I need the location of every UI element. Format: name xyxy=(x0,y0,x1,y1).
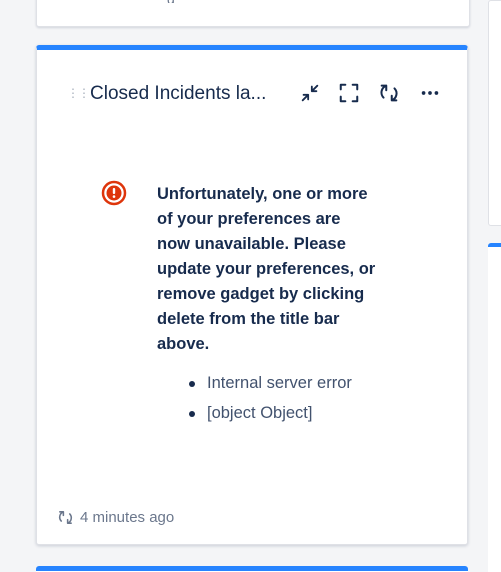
gadget-footer: 4 minutes ago xyxy=(57,509,174,526)
gadget-title: Closed Incidents la... xyxy=(90,83,267,104)
adjacent-gadget-card-2 xyxy=(488,243,501,572)
minimize-button[interactable] xyxy=(297,80,323,106)
more-icon xyxy=(421,91,439,95)
fullscreen-button[interactable] xyxy=(336,80,362,106)
next-gadget-card xyxy=(36,566,468,572)
error-details-list: Internal server error [object Object] xyxy=(187,368,352,428)
refresh-icon xyxy=(380,84,398,102)
more-actions-button[interactable] xyxy=(417,80,443,106)
adjacent-gadget-card xyxy=(488,0,501,226)
error-detail-item: [object Object] xyxy=(187,398,352,428)
fullscreen-icon xyxy=(339,83,359,103)
refresh-button[interactable] xyxy=(376,80,402,106)
error-message: Unfortunately, one or more of your prefe… xyxy=(157,185,376,353)
drag-handle-icon[interactable]: ⋮⋮ xyxy=(67,87,90,99)
previous-gadget-text: g xyxy=(167,0,207,3)
gadget-card: ⋮⋮ Closed Incidents la... Unfortunately,… xyxy=(36,45,468,545)
error-circle-icon xyxy=(101,180,127,206)
previous-gadget-card: g xyxy=(36,0,470,27)
dashboard-canvas: g ⋮⋮ Closed Incidents la... xyxy=(0,0,501,572)
refresh-icon[interactable] xyxy=(57,509,74,526)
last-updated-text: 4 minutes ago xyxy=(80,509,175,526)
error-detail-item: Internal server error xyxy=(187,368,352,398)
collapse-arrows-icon xyxy=(301,84,319,102)
